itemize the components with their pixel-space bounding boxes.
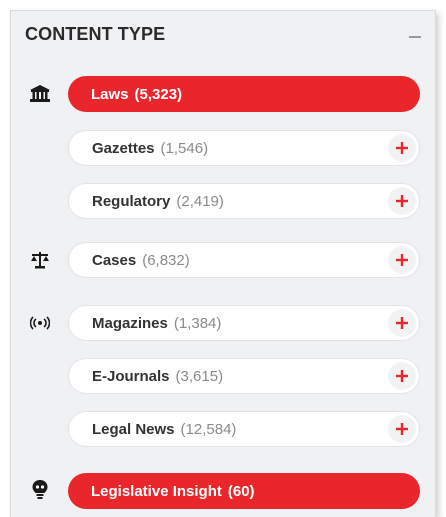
plus-icon[interactable]: [388, 309, 416, 337]
broadcast-icon: [29, 312, 51, 334]
filter-item-count: (12,584): [180, 420, 237, 438]
filter-item-count: (6,832): [142, 251, 190, 269]
filter-item-legal-news[interactable]: Legal News (12,584): [68, 411, 420, 447]
filter-item-regulatory[interactable]: Regulatory (2,419): [68, 183, 420, 219]
content-type-panel: CONTENT TYPE Laws (5,323) Gazettes (1,54…: [10, 10, 436, 517]
filter-item-label: Legislative Insight: [91, 482, 222, 500]
filter-item-count: (3,615): [175, 367, 224, 385]
plus-icon[interactable]: [388, 187, 416, 215]
filter-item-laws[interactable]: Laws (5,323): [68, 76, 420, 112]
filter-item-label: E-Journals: [92, 367, 170, 385]
filter-item-legislative-insight[interactable]: Legislative Insight (60): [68, 473, 420, 509]
filter-item-count: (2,419): [176, 192, 224, 210]
minus-icon[interactable]: [409, 36, 421, 38]
courthouse-icon: [29, 83, 51, 105]
lightbulb-icon: [29, 479, 51, 501]
filter-item-cases[interactable]: Cases (6,832): [68, 242, 420, 278]
filter-item-label: Regulatory: [92, 192, 171, 210]
filter-item-label: Cases: [92, 251, 137, 269]
filter-item-label: Magazines: [92, 314, 168, 332]
filter-item-e-journals[interactable]: E-Journals (3,615): [68, 358, 420, 394]
filter-item-count: (1,546): [160, 139, 209, 157]
filter-item-gazettes[interactable]: Gazettes (1,546): [68, 130, 420, 166]
plus-icon[interactable]: [388, 415, 416, 443]
filter-item-label: Gazettes: [92, 139, 155, 157]
filter-item-count: (1,384): [173, 314, 222, 332]
scales-icon: [29, 249, 51, 271]
filter-item-magazines[interactable]: Magazines (1,384): [68, 305, 420, 341]
plus-icon[interactable]: [388, 246, 416, 274]
filter-item-label: Legal News: [92, 420, 175, 438]
plus-icon[interactable]: [388, 134, 416, 162]
panel-title: CONTENT TYPE: [25, 24, 166, 44]
filter-item-label: Laws: [91, 85, 129, 103]
filter-item-count: (60): [227, 482, 255, 500]
filter-item-count: (5,323): [134, 85, 183, 103]
plus-icon[interactable]: [388, 362, 416, 390]
